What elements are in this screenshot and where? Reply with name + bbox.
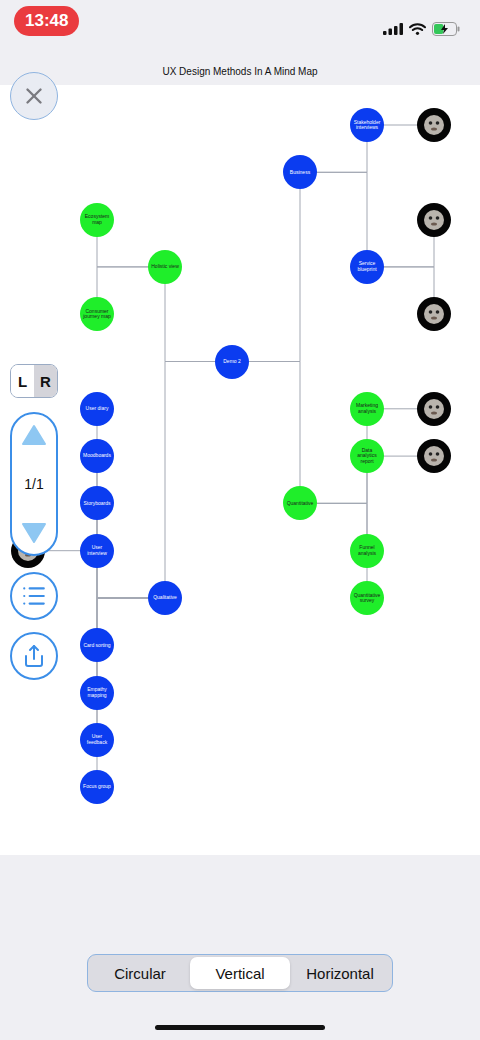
- leaf-node[interactable]: User interview: [80, 534, 114, 568]
- leaf-node[interactable]: Quantitative survey: [350, 581, 384, 615]
- branch-node[interactable]: Holistic view: [148, 250, 182, 284]
- leaf-node[interactable]: Ecosystem map: [80, 203, 114, 237]
- map-title: UX Design Methods In A Mind Map: [0, 66, 480, 77]
- close-icon: [21, 83, 47, 109]
- home-indicator: [155, 1025, 325, 1030]
- leaf-node[interactable]: Funnel analysis: [350, 534, 384, 568]
- mind-map-screen: Demo 2BusinessStakeholder interviewsServ…: [0, 0, 480, 1040]
- share-icon: [22, 644, 46, 668]
- avatar[interactable]: [417, 108, 451, 142]
- status-bar: 13:48: [0, 0, 480, 44]
- signal-icon: [383, 23, 403, 35]
- page-indicator: 1/1: [24, 476, 43, 492]
- side-toggle: LR: [10, 364, 58, 398]
- layout-segmented-control: CircularVerticalHorizontal: [87, 954, 393, 992]
- down-arrow-icon[interactable]: [21, 522, 47, 544]
- avatar-face-icon: [422, 113, 446, 137]
- status-time: 13:48: [14, 6, 79, 36]
- leaf-node[interactable]: User diary: [80, 392, 114, 426]
- avatar[interactable]: [417, 297, 451, 331]
- leaf-node[interactable]: Moodboards: [80, 439, 114, 473]
- mind-map-canvas[interactable]: Demo 2BusinessStakeholder interviewsServ…: [0, 0, 480, 1040]
- avatar-face-icon: [422, 302, 446, 326]
- root-node[interactable]: Demo 2: [215, 345, 249, 379]
- layout-tab[interactable]: Circular: [90, 957, 190, 989]
- connector-lines: [0, 0, 480, 1040]
- layout-tab[interactable]: Horizontal: [290, 957, 390, 989]
- canvas-paper: [0, 85, 480, 855]
- avatar[interactable]: [417, 392, 451, 426]
- side-toggle-option[interactable]: L: [11, 365, 34, 397]
- avatar-face-icon: [422, 397, 446, 421]
- avatar[interactable]: [417, 439, 451, 473]
- pager: 1/1: [10, 412, 58, 556]
- avatar[interactable]: [417, 203, 451, 237]
- side-toggle-option[interactable]: R: [34, 365, 57, 397]
- leaf-node[interactable]: Service blueprint: [350, 250, 384, 284]
- bottom-bar: CircularVerticalHorizontal: [0, 954, 480, 1040]
- leaf-node[interactable]: User feedback: [80, 723, 114, 757]
- branch-node[interactable]: Qualitative: [148, 581, 182, 615]
- leaf-node[interactable]: Data analytics report: [350, 439, 384, 473]
- leaf-node[interactable]: Marketing analysis: [350, 392, 384, 426]
- avatar-face-icon: [422, 444, 446, 468]
- leaf-node[interactable]: Empathy mapping: [80, 676, 114, 710]
- wifi-icon: [409, 23, 426, 35]
- leaf-node[interactable]: Consumer journey map: [80, 297, 114, 331]
- side-toolbar: LR 1/1: [10, 364, 58, 680]
- layout-tab[interactable]: Vertical: [190, 957, 290, 989]
- battery-icon: [432, 22, 460, 36]
- close-button[interactable]: [10, 72, 58, 120]
- up-arrow-icon[interactable]: [21, 424, 47, 446]
- leaf-node[interactable]: Stakeholder interviews: [350, 108, 384, 142]
- list-button[interactable]: [10, 572, 58, 620]
- avatar-face-icon: [422, 208, 446, 232]
- status-icons: [383, 22, 460, 36]
- share-button[interactable]: [10, 632, 58, 680]
- leaf-node[interactable]: Focus group: [80, 770, 114, 804]
- list-icon: [21, 583, 47, 609]
